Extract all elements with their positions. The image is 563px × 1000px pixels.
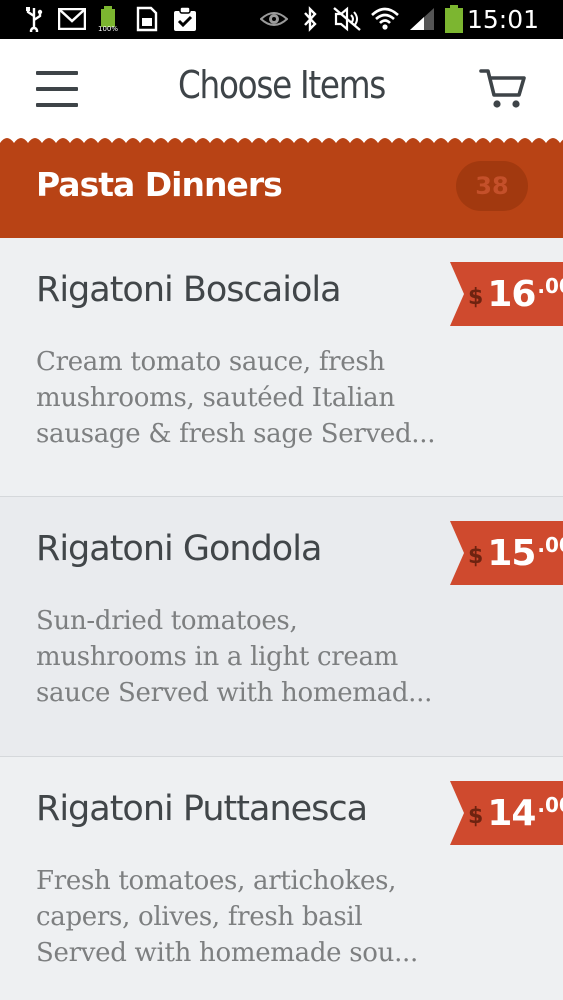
sim-icon <box>134 6 160 32</box>
item-description: Fresh tomatoes, artichokes, capers, oliv… <box>36 866 418 968</box>
page-title: Choose Items <box>178 63 386 107</box>
price-main: 15 <box>487 532 536 574</box>
price-tag: $ 14 .00 <box>450 781 563 845</box>
price-main: 16 <box>487 273 536 315</box>
item-name: Rigatoni Gondola <box>36 529 322 569</box>
price-cents: .00 <box>537 533 563 557</box>
price-main: 14 <box>487 792 536 834</box>
wifi-icon <box>370 6 400 32</box>
category-header[interactable]: Pasta Dinners 38 <box>0 138 563 238</box>
price-currency: $ <box>468 284 484 310</box>
shopping-cart-icon[interactable] <box>479 67 527 111</box>
price-currency: $ <box>468 803 484 829</box>
bluetooth-icon <box>300 6 320 32</box>
price-tag: $ 15 .00 <box>450 521 563 585</box>
svg-text:100%: 100% <box>98 25 118 32</box>
usb-icon <box>22 6 46 32</box>
status-bar: 100% 15:01 <box>0 0 563 39</box>
price-cents: .00 <box>537 793 563 817</box>
item-name: Rigatoni Puttanesca <box>36 789 368 829</box>
category-title: Pasta Dinners <box>36 165 283 204</box>
signal-icon <box>408 6 436 32</box>
mute-icon <box>332 6 362 32</box>
item-description: Cream tomato sauce, fresh mushrooms, sau… <box>36 347 436 449</box>
category-count-badge: 38 <box>456 161 528 211</box>
menu-item[interactable]: Rigatoni Puttanesca Fresh tomatoes, arti… <box>0 757 563 1000</box>
price-currency: $ <box>468 543 484 569</box>
battery-icon <box>442 5 466 33</box>
item-name: Rigatoni Boscaiola <box>36 270 342 310</box>
price-cents: .00 <box>537 274 563 298</box>
wave-divider <box>0 138 563 153</box>
gmail-icon <box>58 6 86 32</box>
price-tag: $ 16 .00 <box>450 262 563 326</box>
item-description: Sun-dried tomatoes, mushrooms in a light… <box>36 606 433 708</box>
status-time: 15:01 <box>466 5 539 34</box>
menu-item[interactable]: Rigatoni Gondola Sun-dried tomatoes, mus… <box>0 497 563 757</box>
battery-100-icon: 100% <box>98 6 120 32</box>
clipboard-check-icon <box>172 6 198 32</box>
menu-item[interactable]: Rigatoni Boscaiola Cream tomato sauce, f… <box>0 238 563 497</box>
app-bar: Choose Items <box>0 39 563 143</box>
eye-icon <box>260 6 288 32</box>
